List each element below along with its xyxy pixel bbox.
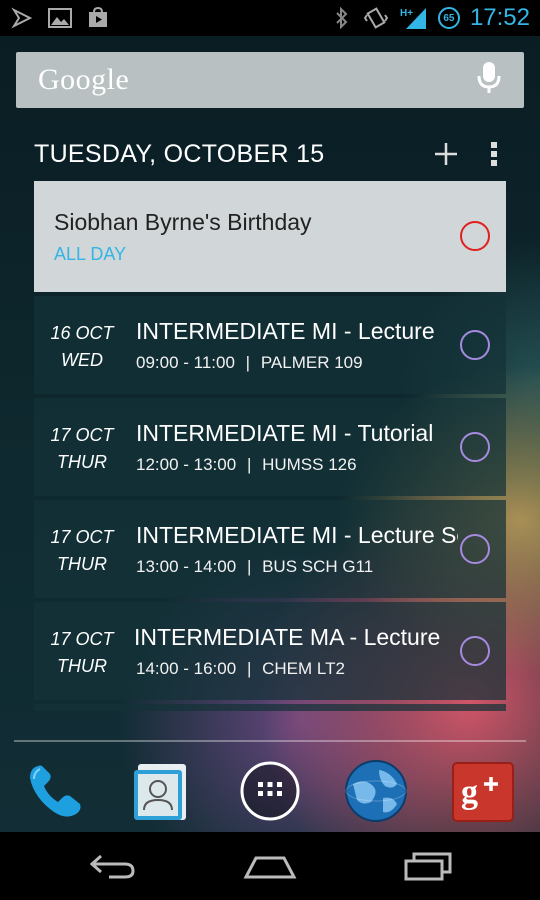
image-icon [48, 7, 72, 29]
event-detail: 09:00 - 11:00 | PALMER 109 [136, 353, 363, 373]
play-store-icon [86, 7, 110, 29]
event-separator: | [245, 353, 251, 372]
event-item-partial[interactable] [34, 704, 506, 711]
signal-icon: H+ [398, 7, 428, 29]
event-date-day: 17 OCT [50, 629, 114, 649]
event-color-circle-icon [460, 636, 490, 666]
event-color-circle-icon [460, 534, 490, 564]
event-date: 17 OCT THUR [44, 524, 120, 578]
event-time: 13:00 - 14:00 [136, 557, 237, 576]
event-color-circle-icon [460, 330, 490, 360]
browser-globe-icon[interactable] [343, 758, 409, 824]
calendar-event-list[interactable]: Siobhan Byrne's Birthday ALL DAY 16 OCT … [34, 181, 506, 711]
status-bar: H+ 65 17:52 [0, 0, 540, 36]
event-detail: 12:00 - 13:00 | HUMSS 126 [136, 455, 357, 475]
event-title: INTERMEDIATE MI - Lecture [136, 318, 435, 344]
event-title: Siobhan Byrne's Birthday [54, 209, 312, 235]
dock: g [0, 752, 540, 830]
overflow-menu-icon[interactable] [484, 134, 504, 174]
recents-icon[interactable] [398, 848, 458, 884]
event-item[interactable]: 17 OCT THUR INTERMEDIATE MI - Tutorial 1… [34, 398, 506, 496]
google-logo: Google [38, 63, 130, 96]
mic-icon[interactable] [476, 61, 502, 99]
phone-icon[interactable] [22, 758, 88, 824]
all-day-event[interactable]: Siobhan Byrne's Birthday ALL DAY [34, 181, 506, 292]
event-separator: | [246, 557, 252, 576]
dock-divider [14, 740, 526, 742]
google-search-bar[interactable]: Google [16, 52, 524, 108]
event-date: 17 OCT THUR [44, 626, 120, 680]
notification-icon [10, 7, 34, 29]
event-location: BUS SCH G11 [262, 557, 374, 576]
event-date-day: 17 OCT [50, 527, 114, 547]
network-type: H+ [400, 8, 413, 19]
event-weekday: WED [61, 350, 103, 370]
event-title: INTERMEDIATE MI - Tutorial [136, 420, 434, 446]
event-separator: | [246, 659, 252, 678]
contacts-icon[interactable] [128, 758, 194, 824]
event-date-day: 17 OCT [50, 425, 114, 445]
event-item[interactable]: 16 OCT WED INTERMEDIATE MI - Lecture 09:… [34, 296, 506, 394]
svg-text:g: g [461, 774, 478, 811]
event-all-day-label: ALL DAY [54, 244, 127, 264]
event-time: 12:00 - 13:00 [136, 455, 237, 474]
event-item[interactable]: 17 OCT THUR INTERMEDIATE MI - Lecture Se… [34, 500, 506, 598]
event-detail: 13:00 - 14:00 | BUS SCH G11 [136, 557, 373, 577]
event-time: 14:00 - 16:00 [136, 659, 237, 678]
event-color-circle-icon [460, 432, 490, 462]
event-weekday: THUR [57, 452, 107, 472]
google-plus-icon[interactable]: g [450, 758, 516, 824]
event-separator: | [246, 455, 252, 474]
calendar-date-header[interactable]: TUESDAY, OCTOBER 15 [34, 140, 325, 169]
battery-badge: 65 [437, 7, 460, 29]
event-location: CHEM LT2 [262, 659, 345, 678]
navigation-bar [0, 832, 540, 900]
back-icon[interactable] [82, 848, 142, 884]
bluetooth-icon [330, 7, 354, 29]
vibrate-icon [363, 7, 388, 29]
event-item[interactable]: 17 OCT THUR INTERMEDIATE MA - Lecture 14… [34, 602, 506, 700]
event-weekday: THUR [57, 554, 107, 574]
app-drawer-icon[interactable] [237, 758, 303, 824]
event-date: 16 OCT WED [44, 320, 120, 374]
calendar-header: TUESDAY, OCTOBER 15 [34, 132, 504, 176]
plus-icon[interactable] [426, 134, 466, 174]
event-title: INTERMEDIATE MI - Lecture Series [136, 522, 458, 548]
event-title: INTERMEDIATE MA - Lecture [134, 624, 441, 650]
event-color-circle-icon [460, 221, 490, 251]
event-date: 17 OCT THUR [44, 422, 120, 476]
event-time: 09:00 - 11:00 [136, 353, 235, 372]
home-icon[interactable] [240, 848, 300, 884]
event-date-day: 16 OCT [50, 323, 114, 343]
event-weekday: THUR [57, 656, 107, 676]
event-detail: 14:00 - 16:00 | CHEM LT2 [136, 659, 345, 679]
event-location: HUMSS 126 [262, 455, 357, 474]
event-location: PALMER 109 [260, 353, 363, 372]
clock-time: 17:52 [469, 4, 530, 31]
